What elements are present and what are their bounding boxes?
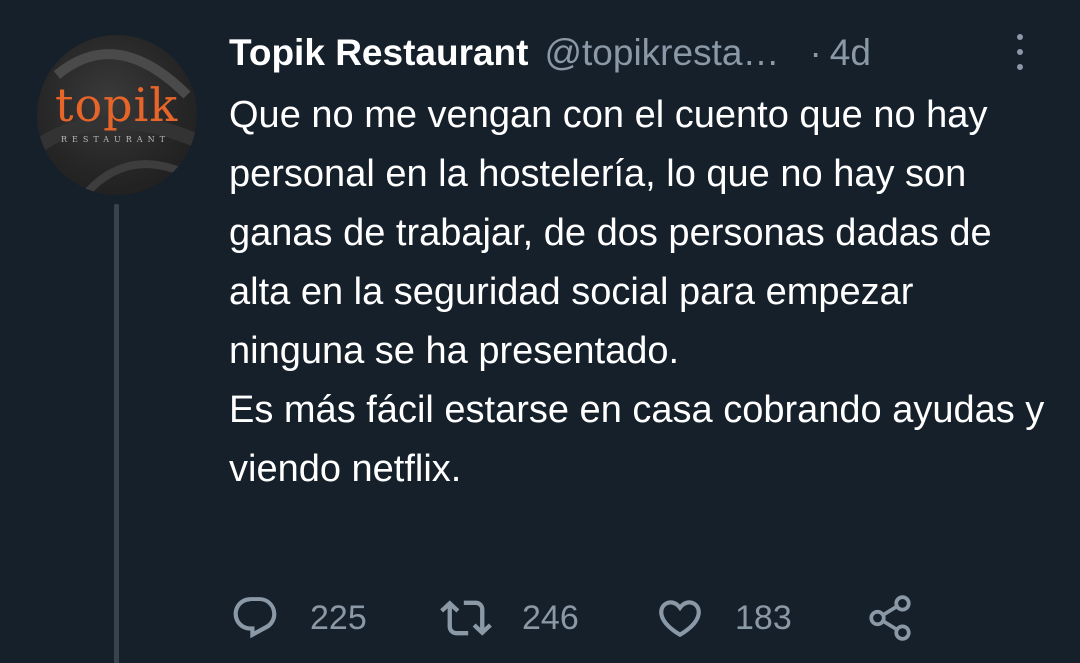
reply-button[interactable]: 225 [230,590,367,646]
share-icon [869,595,911,641]
retweet-icon [440,600,492,636]
tweet-text: Que no me vengan con el cuento que no ha… [229,86,1049,499]
reply-icon [233,597,277,639]
timestamp[interactable]: 4d [830,32,871,74]
user-handle[interactable]: @topikresta… [544,32,779,74]
retweet-count: 246 [522,598,579,637]
tweet-paragraph: Que no me vengan con el cuento que no ha… [229,94,992,372]
tweet-header: Topik Restaurant @topikresta… · 4d [229,28,871,78]
avatar-logo-subtext: RESTAURANT [61,135,170,144]
retweet-button[interactable]: 246 [440,590,579,646]
display-name[interactable]: Topik Restaurant [229,32,528,74]
share-button[interactable] [865,590,915,646]
tweet-paragraph: Es más fácil estarse en casa cobrando ay… [229,389,1045,490]
separator-dot: · [809,32,822,73]
avatar-logo-text: topik [55,78,179,132]
like-count: 183 [735,598,792,637]
like-icon [659,600,701,638]
thread-line [114,204,119,663]
reply-count: 225 [310,598,367,637]
like-button[interactable]: 183 [655,590,792,646]
more-options-icon[interactable] [1008,32,1032,72]
avatar[interactable]: topik RESTAURANT [37,35,197,195]
